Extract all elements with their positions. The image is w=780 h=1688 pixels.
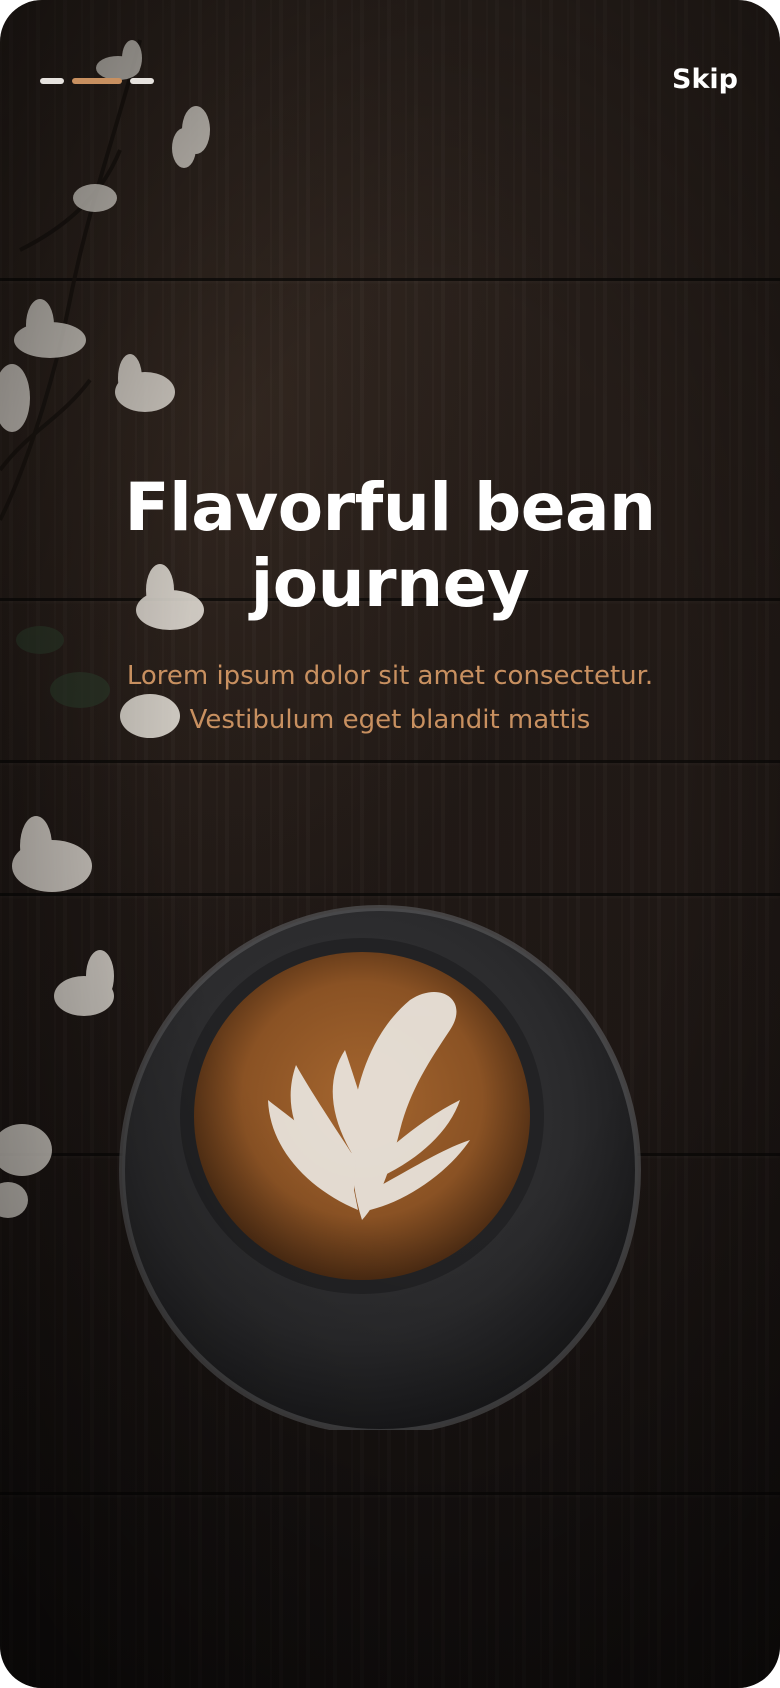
- skip-button[interactable]: Skip: [672, 60, 738, 100]
- progress-dash: [130, 78, 154, 84]
- latte-cup-illustration: [119, 905, 641, 1430]
- progress-dash: [40, 78, 64, 84]
- page-subtitle: Lorem ipsum dolor sit amet consectetur. …: [60, 654, 720, 742]
- subtitle-line: Vestibulum eget blandit mattis: [189, 705, 591, 735]
- subtitle-line: Lorem ipsum dolor sit amet consectetur.: [126, 661, 654, 691]
- onboarding-screen: Skip Flavorful bean journey Lorem ipsum …: [0, 0, 780, 1688]
- progress-dash-active: [72, 78, 122, 84]
- title-line: Flavorful bean: [124, 469, 657, 546]
- page-title: Flavorful bean journey: [0, 470, 780, 622]
- title-line: journey: [250, 545, 530, 622]
- wood-plank-seam: [0, 1492, 780, 1495]
